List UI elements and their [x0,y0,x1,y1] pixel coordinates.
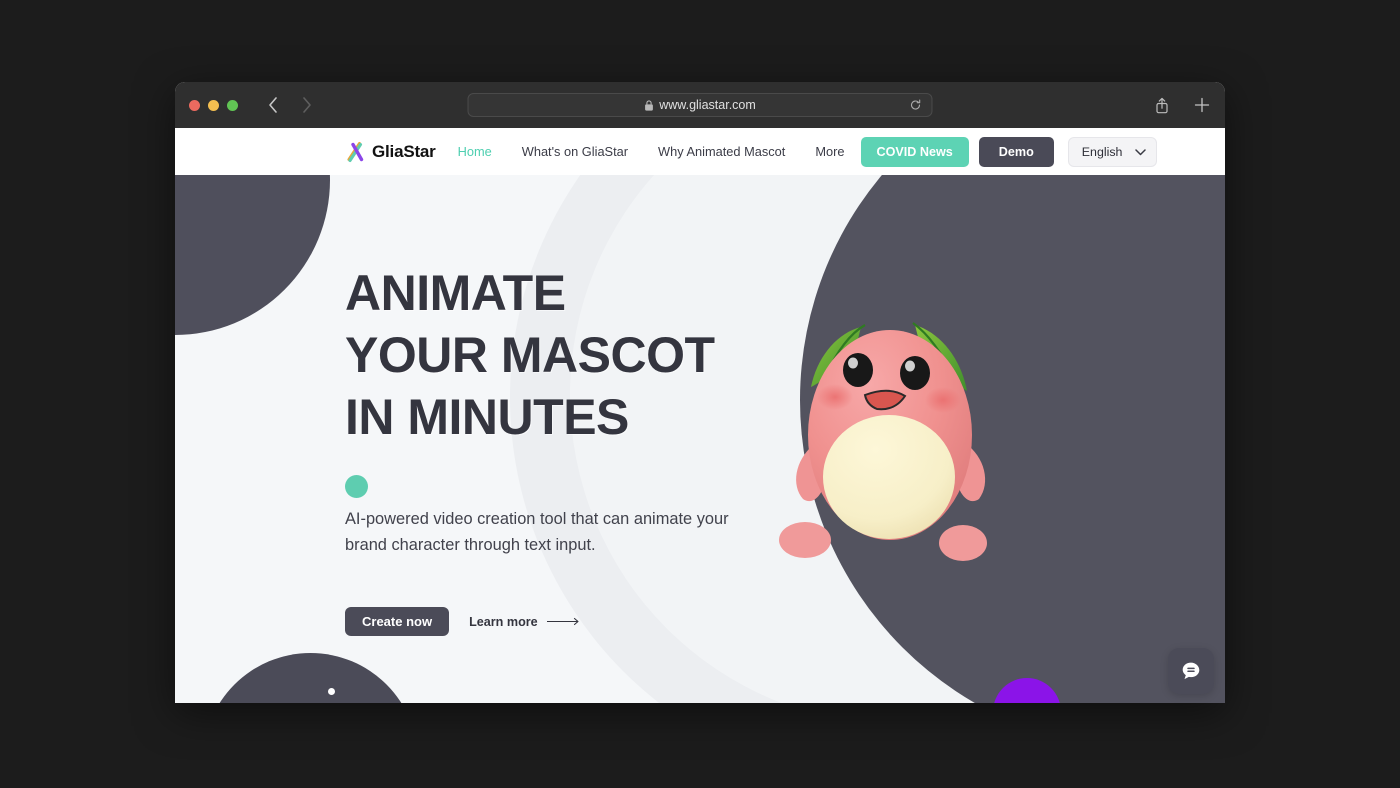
decor-dot-white [328,688,335,695]
minimize-window-button[interactable] [208,99,219,111]
mascot-belly [823,415,955,539]
nav-link-more[interactable]: More [815,144,844,159]
mascot-cheek-right [925,387,961,413]
arrow-right-icon [546,615,581,629]
mascot-foot-right [939,525,987,561]
decor-circle-dark-bottomleft [203,653,418,703]
demo-button[interactable]: Demo [978,136,1054,167]
language-selector[interactable]: English [1067,136,1158,167]
mascot-illustration [779,322,987,561]
chat-widget-button[interactable] [1168,648,1214,694]
create-now-button[interactable]: Create now [345,607,450,636]
hero-section: ANIMATE YOUR MASCOT IN MINUTES AI-powere… [175,175,1225,703]
covid-news-button[interactable]: COVID News [860,136,969,167]
browser-titlebar: www.gliastar.com [175,82,1225,128]
mascot-eye-right [900,356,930,390]
plus-icon[interactable] [1193,96,1211,114]
forward-arrow-icon[interactable] [298,96,316,114]
gliastar-logo-icon [347,141,364,162]
address-bar[interactable]: www.gliastar.com [467,93,933,117]
decor-dot-teal [345,475,368,498]
share-icon[interactable] [1153,96,1171,114]
hero-actions: Create now Learn more [345,607,1225,636]
nav-link-whats-on-gliastar[interactable]: What's on GliaStar [522,144,628,159]
chevron-down-icon [1135,145,1147,159]
mascot-cheek-left [817,384,853,410]
logo-text: GliaStar [372,141,436,161]
browser-toolbar-right [1153,96,1211,114]
reload-icon[interactable] [910,99,922,111]
url-text: www.gliastar.com [659,98,756,112]
chat-bubble-icon [1182,662,1200,680]
browser-navigation [264,96,316,114]
hero-subtitle: AI-powered video creation tool that can … [345,510,729,554]
language-label: English [1081,144,1123,159]
close-window-button[interactable] [189,99,200,111]
learn-more-label: Learn more [469,614,538,629]
mascot-eye-left [843,353,873,387]
learn-more-button[interactable]: Learn more [469,615,581,629]
site-navigation-bar: GliaStar Home What's on GliaStar Why Ani… [175,128,1225,175]
nav-link-why-animated-mascot[interactable]: Why Animated Mascot [658,144,785,159]
window-controls [189,99,238,111]
browser-window: www.gliastar.com GliaStar Home What's on… [175,82,1225,703]
mascot-foot-left [779,522,831,558]
back-arrow-icon[interactable] [264,96,282,114]
maximize-window-button[interactable] [227,99,238,111]
lock-icon [644,99,653,111]
nav-link-home[interactable]: Home [458,144,492,159]
site-logo[interactable]: GliaStar [345,140,436,164]
hero-content: ANIMATE YOUR MASCOT IN MINUTES AI-powere… [175,175,1225,636]
